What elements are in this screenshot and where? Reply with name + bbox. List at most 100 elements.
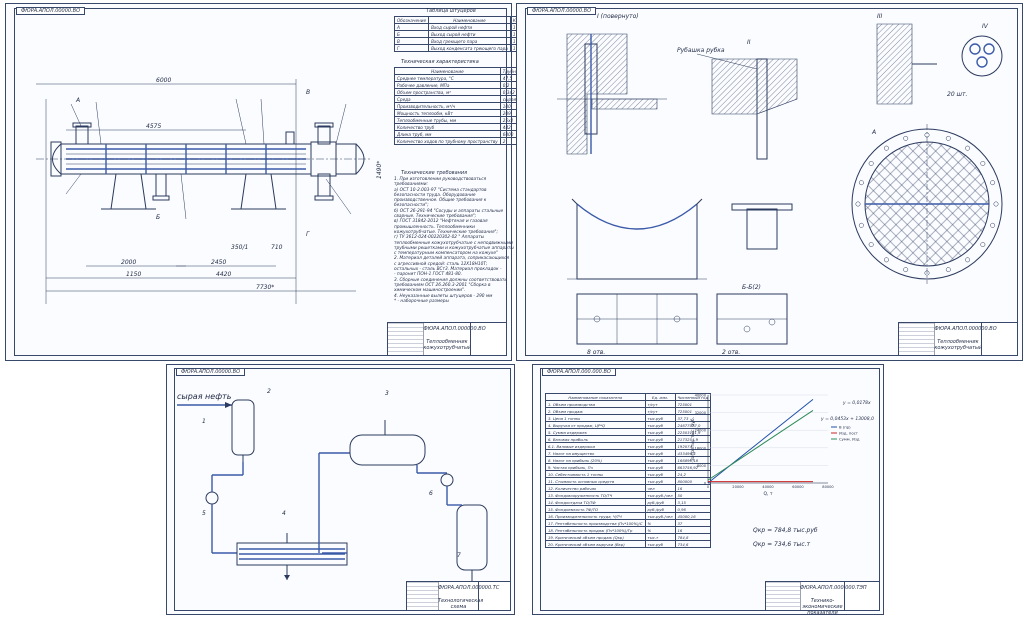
drawing-title: Теплообменник кожухотрубчатый — [934, 339, 983, 351]
dim-1490: 1490* — [376, 161, 383, 179]
x-axis-label: Q, т — [763, 491, 772, 497]
nozzle-letter-v: В — [306, 89, 310, 96]
title-block-grid — [899, 323, 936, 355]
series-line — [707, 399, 814, 484]
feed-label: сырая нефть — [177, 392, 232, 401]
series-line — [707, 409, 814, 481]
drawing-title: Технико-экономические показатели — [802, 598, 843, 616]
holes-label-2: 2 отв. — [722, 349, 740, 356]
view-label-bb: Б-Б(2) — [742, 284, 761, 291]
callout-3: 3 — [385, 390, 389, 397]
callout-5: 5 — [202, 510, 206, 517]
dim-710: 710 — [271, 244, 283, 251]
table-cell: Длина труб, мм — [394, 130, 501, 138]
title-block: ФЮРА.АПОЛ.000.000.ТЭП Технико-экономичес… — [765, 581, 880, 616]
bolt-hole — [980, 242, 986, 248]
table-cell: Б — [393, 30, 430, 38]
table-cell: Вход греющего пара — [428, 37, 511, 45]
detail-note: Рубашка рубка — [677, 47, 725, 54]
dim-350: 350/1 — [231, 244, 248, 251]
view-label-2: II — [747, 39, 751, 46]
table-cell: Количество труб — [394, 123, 501, 131]
requirement-line: 2. Материал деталей аппарата, соприкасаю… — [394, 256, 510, 262]
title-block: ФЮРА.АПОЛ.000000.ВО Теплообменник кожухо… — [387, 322, 507, 356]
th: Наименование — [428, 16, 511, 24]
details-drawing: I (повернуто) II Рубашка рубка III IV A — [557, 13, 1003, 356]
sheet-details: ФЮРА.АПОЛ.00000.ВО I (повернуто) II Руба… — [516, 3, 1023, 361]
bolt-hole — [903, 135, 909, 141]
bolt-hole — [990, 180, 996, 186]
nozzle-table-title: Таблица штуцеров — [426, 8, 476, 14]
bolt-hole — [945, 267, 951, 273]
table-cell: Мощность теплообм, кВт — [394, 109, 501, 117]
bolt-hole — [993, 201, 999, 207]
drawing-title: Теплообменник кожухотрубчатый — [423, 339, 472, 351]
title-block: ФЮРА.АПОЛ.000000.ТС Технологическая схем… — [406, 581, 511, 611]
dim-4420: 4420 — [216, 271, 231, 278]
bolt-hole — [855, 201, 861, 207]
bolt-hole — [990, 222, 996, 228]
break-even-q: Qкр = 784,8 тыс.руб — [753, 527, 818, 534]
y-tick-label: 8000 — [697, 464, 707, 468]
table-cell: Г — [393, 44, 430, 52]
table-cell: Теплообменные трубы, мм — [394, 116, 501, 124]
holes-label-8: 8 отв. — [587, 349, 605, 356]
callout-6: 6 — [429, 490, 433, 497]
requirements-text: 1. При изготовлении руководствоваться тре… — [394, 177, 514, 304]
sheet-economics: ФЮРА.АПОЛ.000.000.ВО Наименование показа… — [532, 364, 884, 616]
requirement-line: * - наборочные размеры — [394, 298, 449, 304]
legend-label: В (пр) — [839, 425, 851, 430]
th: Наименование — [394, 67, 501, 75]
title-block-right — [469, 323, 506, 355]
x-tick-label: 40000 — [762, 485, 774, 489]
x-tick-label: 60000 — [792, 485, 804, 489]
arrow-icon — [225, 402, 232, 408]
dim-7730: 7730* — [256, 284, 274, 291]
y-tick-label: 16000 — [695, 446, 707, 450]
table-cell: А — [393, 23, 430, 31]
nozzle-letter-g: Г — [306, 231, 310, 238]
table-cell: Объем пространства, м³ — [394, 88, 501, 96]
nozzle-letter-b: Б — [156, 214, 160, 221]
y-tick-label: 40000 — [695, 394, 707, 398]
title-block-right — [478, 582, 510, 610]
y-tick-label: 32000 — [695, 411, 707, 415]
process-scheme: сырая нефть 1 2 3 4 5 6 7 — [177, 388, 488, 583]
title-block: ФЮРА.АПОЛ.000000.ВО Теплообменник кожухо… — [898, 322, 1018, 356]
req-title: Технические требования — [401, 170, 468, 176]
table-cell: Количество ходов по трубному пространств… — [394, 137, 501, 145]
formula-2: y = 0,0453x + 13008,0 — [821, 417, 874, 422]
callout-7: 7 — [457, 552, 461, 559]
bolt-hole — [858, 222, 864, 228]
table-cell: Производительность, м³/ч — [394, 102, 501, 110]
x-tick-label: 0 — [707, 485, 710, 489]
title-block-right — [844, 582, 879, 610]
dim-2000: 2000 — [121, 259, 136, 266]
bolt-hole — [883, 257, 889, 263]
bolt-hole — [868, 242, 874, 248]
title-block-right — [980, 323, 1017, 355]
bolt-hole — [965, 145, 971, 151]
th: Обозначение — [393, 16, 430, 24]
callout-2: 2 — [267, 388, 271, 395]
bolt-hole — [903, 267, 909, 273]
y-tick-label: 24000 — [695, 429, 707, 433]
table-cell: Рабочее давление, МПа — [394, 81, 501, 89]
callout-4: 4 — [282, 510, 286, 517]
view-label-1: I (повернуто) — [597, 13, 639, 20]
bolt-hole — [945, 135, 951, 141]
break-even-v: Qкр = 734,6 тыс.т — [753, 541, 811, 548]
bolt-hole — [858, 180, 864, 186]
title-block-grid — [766, 582, 801, 610]
callout-1: 1 — [202, 418, 206, 425]
breakeven-chart: 08000160002400032000400000 20000 40000 6000… — [690, 394, 860, 498]
legend-label: Изд. пост — [839, 431, 859, 436]
title-block-grid — [407, 582, 439, 610]
tech-title: Техническая характеристика — [401, 59, 479, 65]
dim-6000: 6000 — [156, 77, 171, 84]
legend-label: Сумм. Изд — [839, 437, 860, 442]
table-cell: Вход сырой нефти — [428, 23, 511, 31]
bolt-hole — [965, 257, 971, 263]
dim-4575: 4575 — [146, 123, 161, 130]
dim-1150: 1150 — [126, 271, 141, 278]
